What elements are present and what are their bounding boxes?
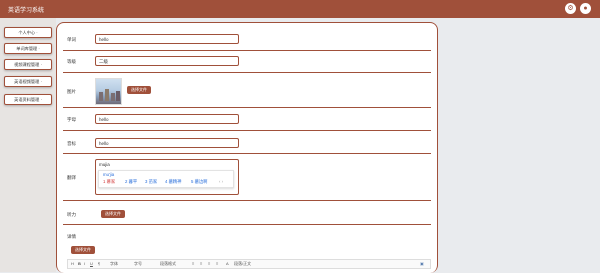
toolbar-font-family-select[interactable]: 字体 — [110, 260, 118, 268]
toolbar-font-size-select[interactable]: 字号 — [134, 260, 142, 268]
divider — [63, 224, 431, 225]
divider — [63, 153, 431, 154]
detail-label: 详情 — [67, 234, 76, 239]
toolbar-justify-button[interactable]: ≡ — [216, 260, 218, 268]
translation-text: mujia — [99, 162, 110, 167]
ime-candidate-popup: mu'jia 1 慕家 2 暮平 3 苗家 4 墓精神 5 墓边啊 ‹ › — [98, 170, 234, 188]
ime-pinyin: mu'jia — [103, 172, 115, 177]
toolbar-image-icon[interactable]: ▣ — [420, 260, 424, 268]
sidebar-item-personal-center[interactable]: 个人中心 · — [4, 27, 52, 38]
toolbar-heading-button[interactable]: H — [71, 260, 74, 268]
word-label: 单词 — [67, 37, 76, 42]
sidebar-item-english-videos[interactable]: 英语视频管理 · — [4, 76, 52, 87]
ime-page-arrows[interactable]: ‹ › — [219, 179, 223, 184]
toolbar-underline-button[interactable]: U — [90, 260, 93, 268]
image-thumbnail — [95, 78, 122, 105]
user-icon[interactable]: ● — [580, 3, 591, 14]
word-input[interactable]: hello — [95, 34, 239, 44]
phonetic-label: 音标 — [67, 141, 76, 146]
ime-candidate[interactable]: 4 墓精神 — [165, 179, 181, 185]
sidebar-item-english-materials[interactable]: 英语资料管理 · — [4, 94, 52, 105]
letter-label: 字母 — [67, 117, 76, 122]
settings-icon[interactable]: ⚙ — [565, 3, 576, 14]
divider — [63, 200, 431, 201]
ime-candidate[interactable]: 1 慕家 — [103, 179, 115, 185]
sidebar-item-word-bank[interactable]: 单词库管理 · — [4, 43, 52, 54]
audio-label: 听力 — [67, 212, 76, 217]
top-bar: 英语学习系统 ⚙ ● — [0, 0, 600, 18]
form-panel: 单词 hello 等级 二级 图片 选择文件 字母 hello 音标 hello… — [56, 22, 438, 273]
toolbar-text-style-select[interactable]: 段落/正文 — [234, 260, 251, 268]
ime-candidate[interactable]: 2 暮平 — [125, 179, 137, 185]
app-title: 英语学习系统 — [8, 8, 45, 14]
letter-input[interactable]: hello — [95, 114, 239, 124]
toolbar-align-right-button[interactable]: ≡ — [208, 260, 210, 268]
toolbar-font-color-button[interactable]: A — [226, 260, 229, 268]
image-upload-button[interactable]: 选择文件 — [127, 86, 151, 94]
toolbar-align-center-button[interactable]: ≡ — [200, 260, 202, 268]
sidebar: 个人中心 · 单词库管理 · 视频课程管理 · 英语视频管理 · 英语资料管理 … — [0, 18, 56, 272]
ime-candidate[interactable]: 3 苗家 — [145, 179, 157, 185]
divider — [63, 130, 431, 131]
audio-upload-button[interactable]: 选择文件 — [101, 210, 125, 218]
level-label: 等级 — [67, 59, 76, 64]
image-label: 图片 — [67, 89, 76, 94]
toolbar-bold-button[interactable]: B — [78, 260, 81, 268]
divider — [63, 72, 431, 73]
level-input[interactable]: 二级 — [95, 56, 239, 66]
translation-label: 翻译 — [67, 175, 76, 180]
detail-upload-button[interactable]: 选择文件 — [71, 246, 95, 254]
divider — [63, 107, 431, 108]
toolbar-align-left-button[interactable]: ≡ — [192, 260, 194, 268]
toolbar-italic-button[interactable]: I — [84, 260, 85, 268]
divider — [63, 50, 431, 51]
phonetic-input[interactable]: hello — [95, 138, 239, 148]
editor-toolbar: H B I U ¶ 字体 字号 段落格式 ≡ ≡ ≡ ≡ A 段落/正文 ▣ — [67, 259, 431, 269]
ime-candidate[interactable]: 5 墓边啊 — [191, 179, 207, 185]
toolbar-paragraph-button[interactable]: ¶ — [98, 260, 100, 268]
sidebar-item-video-courses[interactable]: 视频课程管理 · — [4, 59, 52, 70]
toolbar-paragraph-format-select[interactable]: 段落格式 — [160, 260, 176, 268]
